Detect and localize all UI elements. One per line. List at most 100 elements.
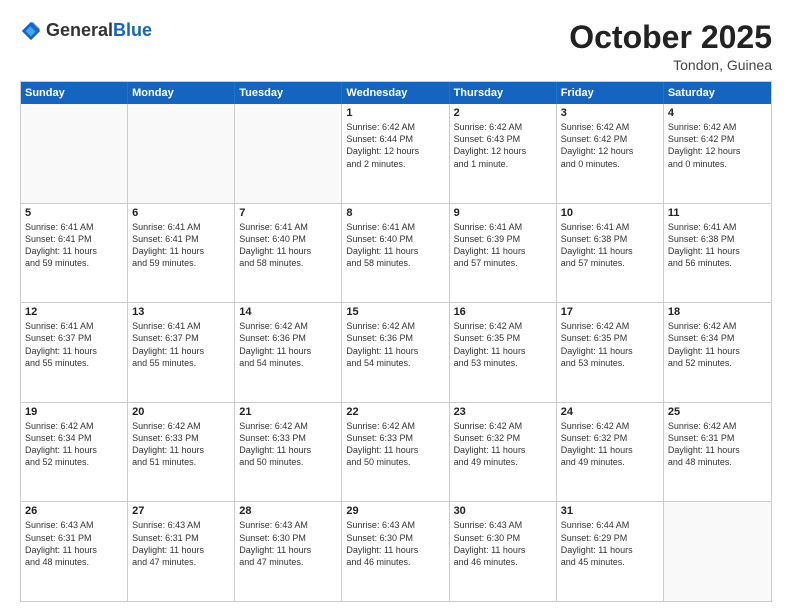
day-number: 12: [25, 306, 123, 318]
calendar-cell: 23 Sunrise: 6:42 AMSunset: 6:32 PMDayligh…: [450, 403, 557, 502]
calendar-week-4: 19 Sunrise: 6:42 AMSunset: 6:34 PMDayligh…: [21, 403, 771, 503]
cell-info: Sunrise: 6:42 AMSunset: 6:32 PMDaylight:…: [561, 420, 659, 469]
cell-info: Sunrise: 6:41 AMSunset: 6:38 PMDaylight:…: [668, 221, 767, 270]
day-number: 23: [454, 406, 552, 418]
title-area: October 2025 Tondon, Guinea: [569, 20, 772, 73]
day-header-monday: Monday: [128, 82, 235, 104]
day-number: 27: [132, 505, 230, 517]
calendar: SundayMondayTuesdayWednesdayThursdayFrid…: [20, 81, 772, 602]
day-header-tuesday: Tuesday: [235, 82, 342, 104]
cell-info: Sunrise: 6:43 AMSunset: 6:31 PMDaylight:…: [25, 519, 123, 568]
header: GeneralBlue October 2025 Tondon, Guinea: [20, 20, 772, 73]
cell-info: Sunrise: 6:43 AMSunset: 6:30 PMDaylight:…: [346, 519, 444, 568]
cell-info: Sunrise: 6:42 AMSunset: 6:34 PMDaylight:…: [668, 320, 767, 369]
calendar-week-2: 5Sunrise: 6:41 AMSunset: 6:41 PMDaylight…: [21, 204, 771, 304]
day-number: 17: [561, 306, 659, 318]
calendar-cell: 28Sunrise: 6:43 AMSunset: 6:30 PMDayligh…: [235, 502, 342, 601]
calendar-cell: 26 Sunrise: 6:43 AMSunset: 6:31 PMDayligh…: [21, 502, 128, 601]
day-header-friday: Friday: [557, 82, 664, 104]
day-number: 20: [132, 406, 230, 418]
day-number: 21: [239, 406, 337, 418]
calendar-cell: 21 Sunrise: 6:42 AMSunset: 6:33 PMDayligh…: [235, 403, 342, 502]
cell-info: Sunrise: 6:42 AMSunset: 6:32 PMDaylight:…: [454, 420, 552, 469]
calendar-cell: 17 Sunrise: 6:42 AMSunset: 6:35 PMDayligh…: [557, 303, 664, 402]
logo-general: General: [46, 20, 113, 42]
calendar-cell: 12 Sunrise: 6:41 AMSunset: 6:37 PMDayligh…: [21, 303, 128, 402]
day-header-wednesday: Wednesday: [342, 82, 449, 104]
day-number: 4: [668, 107, 767, 119]
cell-info: Sunrise: 6:42 AMSunset: 6:33 PMDaylight:…: [346, 420, 444, 469]
calendar-header: SundayMondayTuesdayWednesdayThursdayFrid…: [21, 82, 771, 104]
cell-info: Sunrise: 6:42 AMSunset: 6:36 PMDaylight:…: [346, 320, 444, 369]
calendar-cell: 13 Sunrise: 6:41 AMSunset: 6:37 PMDayligh…: [128, 303, 235, 402]
calendar-cell: 31 Sunrise: 6:44 AMSunset: 6:29 PMDayligh…: [557, 502, 664, 601]
calendar-cell: [128, 104, 235, 203]
day-number: 3: [561, 107, 659, 119]
calendar-cell: 19 Sunrise: 6:42 AMSunset: 6:34 PMDayligh…: [21, 403, 128, 502]
cell-info: Sunrise: 6:41 AMSunset: 6:41 PMDaylight:…: [132, 221, 230, 270]
cell-info: Sunrise: 6:41 AMSunset: 6:37 PMDaylight:…: [132, 320, 230, 369]
day-number: 25: [668, 406, 767, 418]
calendar-cell: 22Sunrise: 6:42 AMSunset: 6:33 PMDayligh…: [342, 403, 449, 502]
calendar-week-1: 1 Sunrise: 6:42 AMSunset: 6:44 PMDaylight…: [21, 104, 771, 204]
cell-info: Sunrise: 6:41 AMSunset: 6:38 PMDaylight:…: [561, 221, 659, 270]
calendar-cell: [21, 104, 128, 203]
logo-icon: [20, 20, 42, 42]
day-number: 1: [346, 107, 444, 119]
logo-text: GeneralBlue: [46, 20, 152, 42]
calendar-cell: 10 Sunrise: 6:41 AMSunset: 6:38 PMDayligh…: [557, 204, 664, 303]
calendar-cell: 25 Sunrise: 6:42 AMSunset: 6:31 PMDayligh…: [664, 403, 771, 502]
calendar-cell: 2Sunrise: 6:42 AMSunset: 6:43 PMDaylight…: [450, 104, 557, 203]
calendar-cell: [664, 502, 771, 601]
cell-info: Sunrise: 6:44 AMSunset: 6:29 PMDaylight:…: [561, 519, 659, 568]
calendar-cell: 29 Sunrise: 6:43 AMSunset: 6:30 PMDayligh…: [342, 502, 449, 601]
day-number: 31: [561, 505, 659, 517]
page: GeneralBlue October 2025 Tondon, Guinea …: [0, 0, 792, 612]
cell-info: Sunrise: 6:42 AMSunset: 6:35 PMDaylight:…: [561, 320, 659, 369]
calendar-cell: 9 Sunrise: 6:41 AMSunset: 6:39 PMDaylight…: [450, 204, 557, 303]
cell-info: Sunrise: 6:42 AMSunset: 6:34 PMDaylight:…: [25, 420, 123, 469]
cell-info: Sunrise: 6:42 AMSunset: 6:42 PMDaylight:…: [668, 121, 767, 170]
day-number: 7: [239, 207, 337, 219]
month-title: October 2025: [569, 20, 772, 55]
day-number: 16: [454, 306, 552, 318]
cell-info: Sunrise: 6:42 AMSunset: 6:31 PMDaylight:…: [668, 420, 767, 469]
calendar-cell: 11Sunrise: 6:41 AMSunset: 6:38 PMDayligh…: [664, 204, 771, 303]
day-number: 15: [346, 306, 444, 318]
calendar-cell: 14Sunrise: 6:42 AMSunset: 6:36 PMDayligh…: [235, 303, 342, 402]
location: Tondon, Guinea: [569, 57, 772, 73]
cell-info: Sunrise: 6:42 AMSunset: 6:33 PMDaylight:…: [239, 420, 337, 469]
calendar-cell: 30 Sunrise: 6:43 AMSunset: 6:30 PMDayligh…: [450, 502, 557, 601]
cell-info: Sunrise: 6:41 AMSunset: 6:37 PMDaylight:…: [25, 320, 123, 369]
calendar-week-5: 26 Sunrise: 6:43 AMSunset: 6:31 PMDayligh…: [21, 502, 771, 601]
day-number: 29: [346, 505, 444, 517]
day-number: 19: [25, 406, 123, 418]
cell-info: Sunrise: 6:41 AMSunset: 6:41 PMDaylight:…: [25, 221, 123, 270]
calendar-body: 1 Sunrise: 6:42 AMSunset: 6:44 PMDaylight…: [21, 104, 771, 601]
calendar-cell: 24 Sunrise: 6:42 AMSunset: 6:32 PMDayligh…: [557, 403, 664, 502]
day-number: 26: [25, 505, 123, 517]
cell-info: Sunrise: 6:41 AMSunset: 6:39 PMDaylight:…: [454, 221, 552, 270]
day-number: 9: [454, 207, 552, 219]
calendar-cell: 8Sunrise: 6:41 AMSunset: 6:40 PMDaylight…: [342, 204, 449, 303]
cell-info: Sunrise: 6:42 AMSunset: 6:33 PMDaylight:…: [132, 420, 230, 469]
calendar-cell: 27Sunrise: 6:43 AMSunset: 6:31 PMDayligh…: [128, 502, 235, 601]
calendar-cell: 5Sunrise: 6:41 AMSunset: 6:41 PMDaylight…: [21, 204, 128, 303]
day-number: 30: [454, 505, 552, 517]
day-number: 8: [346, 207, 444, 219]
calendar-cell: 7Sunrise: 6:41 AMSunset: 6:40 PMDaylight…: [235, 204, 342, 303]
calendar-cell: 6Sunrise: 6:41 AMSunset: 6:41 PMDaylight…: [128, 204, 235, 303]
cell-info: Sunrise: 6:42 AMSunset: 6:35 PMDaylight:…: [454, 320, 552, 369]
day-header-sunday: Sunday: [21, 82, 128, 104]
logo-blue: Blue: [113, 20, 152, 42]
cell-info: Sunrise: 6:42 AMSunset: 6:44 PMDaylight:…: [346, 121, 444, 170]
calendar-cell: [235, 104, 342, 203]
calendar-cell: 4 Sunrise: 6:42 AMSunset: 6:42 PMDaylight…: [664, 104, 771, 203]
day-number: 2: [454, 107, 552, 119]
cell-info: Sunrise: 6:42 AMSunset: 6:42 PMDaylight:…: [561, 121, 659, 170]
cell-info: Sunrise: 6:43 AMSunset: 6:30 PMDaylight:…: [454, 519, 552, 568]
day-number: 10: [561, 207, 659, 219]
day-number: 13: [132, 306, 230, 318]
calendar-cell: 1 Sunrise: 6:42 AMSunset: 6:44 PMDaylight…: [342, 104, 449, 203]
day-number: 24: [561, 406, 659, 418]
